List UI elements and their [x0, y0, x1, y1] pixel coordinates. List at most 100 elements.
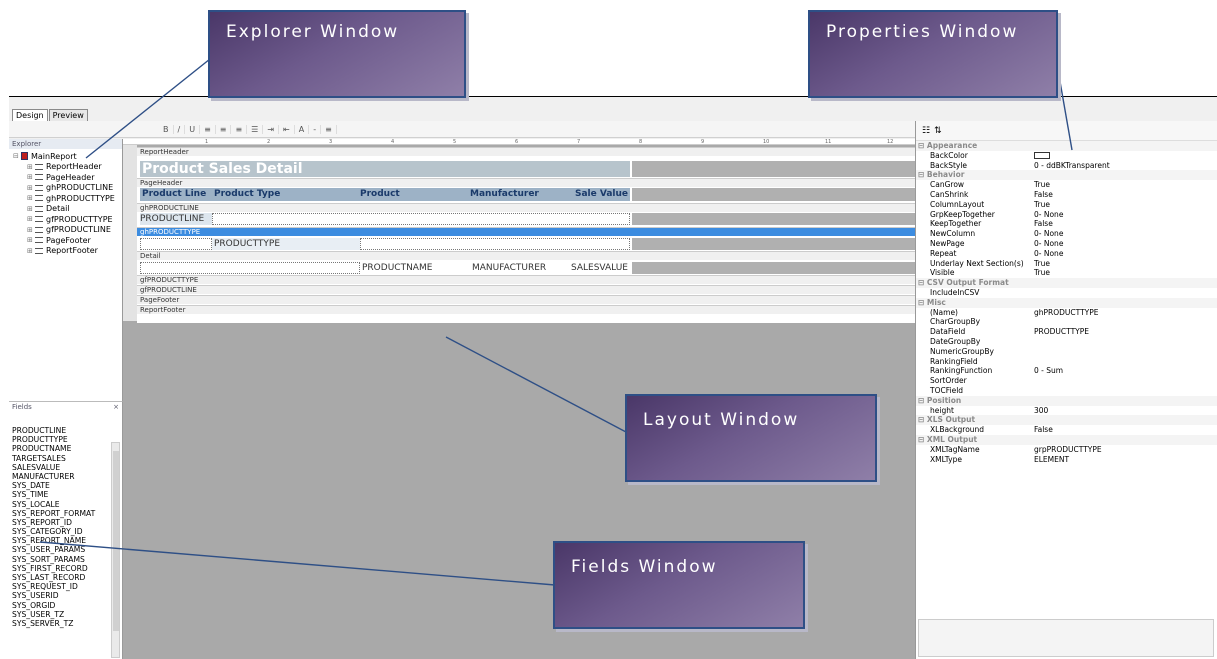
field-producttype[interactable]: PRODUCTTYPE: [212, 238, 360, 250]
property-value[interactable]: [1034, 357, 1217, 367]
property-value[interactable]: [1034, 317, 1217, 327]
field-item[interactable]: PRODUCTNAME: [12, 444, 122, 453]
toolbar-button[interactable]: ≡: [200, 124, 216, 134]
field-item[interactable]: SYS_USER_PARAMS: [12, 545, 122, 554]
field-item[interactable]: SYS_SERVER_TZ: [12, 619, 122, 628]
property-row[interactable]: XLBackground False: [916, 425, 1217, 435]
toolbar-button[interactable]: -: [309, 124, 322, 134]
property-value[interactable]: [1034, 288, 1217, 298]
property-value[interactable]: 0- None: [1034, 239, 1217, 249]
property-value[interactable]: grpPRODUCTTYPE: [1034, 445, 1217, 455]
property-value[interactable]: True: [1034, 268, 1217, 278]
property-row[interactable]: NewColumn 0- None: [916, 229, 1217, 239]
tree-item[interactable]: ⊞ gfPRODUCTLINE: [13, 225, 122, 236]
property-row[interactable]: XMLTagName grpPRODUCTTYPE: [916, 445, 1217, 455]
field-item[interactable]: SALESVALUE: [12, 463, 122, 472]
collapse-icon[interactable]: ⊟: [918, 141, 927, 150]
property-row[interactable]: NumericGroupBy: [916, 347, 1217, 357]
property-row[interactable]: CanShrink False: [916, 190, 1217, 200]
field-item[interactable]: SYS_ORGID: [12, 601, 122, 610]
expand-icon[interactable]: ⊞: [27, 163, 35, 171]
field-item[interactable]: SYS_REPORT_NAME: [12, 536, 122, 545]
band-gf-producttype[interactable]: gfPRODUCTTYPE: [137, 275, 915, 284]
property-category[interactable]: ⊟ Position: [916, 395, 1217, 406]
property-row[interactable]: Underlay Next Section(s) True: [916, 259, 1217, 269]
property-value[interactable]: 0- None: [1034, 229, 1217, 239]
property-row[interactable]: GrpKeepTogether 0- None: [916, 210, 1217, 220]
property-category[interactable]: ⊟ Misc: [916, 297, 1217, 308]
property-category[interactable]: ⊟ CSV Output Format: [916, 278, 1217, 288]
property-value[interactable]: ghPRODUCTTYPE: [1034, 308, 1217, 318]
tree-item[interactable]: ⊞ PageHeader: [13, 172, 122, 183]
property-row[interactable]: (Name) ghPRODUCTTYPE: [916, 308, 1217, 318]
property-value[interactable]: True: [1034, 180, 1217, 190]
collapse-icon[interactable]: ⊟: [918, 415, 927, 424]
field-item[interactable]: SYS_LAST_RECORD: [12, 573, 122, 582]
report-title[interactable]: Product Sales Detail: [140, 161, 630, 177]
band-report-footer[interactable]: ReportFooter: [137, 305, 915, 314]
property-category[interactable]: ⊟ XLS Output: [916, 415, 1217, 426]
field-item[interactable]: PRODUCTLINE: [12, 426, 122, 435]
col-header-product[interactable]: Product: [360, 188, 470, 201]
tree-item[interactable]: ⊞ ReportFooter: [13, 246, 122, 257]
property-row[interactable]: DataField PRODUCTTYPE: [916, 327, 1217, 337]
tree-item[interactable]: ⊞ ghPRODUCTLINE: [13, 183, 122, 194]
property-value[interactable]: 0- None: [1034, 249, 1217, 259]
property-value[interactable]: 0 - ddBKTransparent: [1034, 161, 1217, 171]
tree-item[interactable]: ⊞ gfPRODUCTTYPE: [13, 214, 122, 225]
scrollbar-thumb[interactable]: [113, 451, 119, 631]
property-row[interactable]: TOCField: [916, 386, 1217, 396]
field-productline[interactable]: PRODUCTLINE: [140, 213, 212, 225]
property-value[interactable]: 0- None: [1034, 210, 1217, 220]
field-item[interactable]: SYS_REPORT_FORMAT: [12, 509, 122, 518]
property-category[interactable]: ⊟ Behavior: [916, 170, 1217, 181]
band-gf-productline[interactable]: gfPRODUCTLINE: [137, 285, 915, 294]
collapse-icon[interactable]: ⊟: [918, 170, 927, 179]
property-row[interactable]: BackStyle 0 - ddBKTransparent: [916, 161, 1217, 171]
collapse-icon[interactable]: ⊟: [918, 298, 927, 307]
field-item[interactable]: PRODUCTTYPE: [12, 435, 122, 444]
band-page-header[interactable]: PageHeader: [137, 178, 915, 187]
toolbar-button[interactable]: A: [295, 124, 310, 134]
field-item[interactable]: SYS_USERID: [12, 591, 122, 600]
property-row[interactable]: DateGroupBy: [916, 337, 1217, 347]
expand-icon[interactable]: ⊞: [27, 184, 35, 192]
field-item[interactable]: SYS_FIRST_RECORD: [12, 564, 122, 573]
tree-item[interactable]: ⊞ PageFooter: [13, 235, 122, 246]
toolbar-button[interactable]: B: [159, 124, 174, 134]
categorized-icon[interactable]: ☷: [922, 126, 930, 136]
property-row[interactable]: KeepTogether False: [916, 219, 1217, 229]
expand-icon[interactable]: ⊞: [27, 247, 35, 255]
band-page-footer[interactable]: PageFooter: [137, 295, 915, 304]
band-gh-producttype[interactable]: ghPRODUCTTYPE: [137, 227, 915, 236]
property-value[interactable]: 300: [1034, 406, 1217, 416]
col-header-product-line[interactable]: Product Line: [140, 188, 212, 201]
field-item[interactable]: TARGETSALES: [12, 454, 122, 463]
property-value[interactable]: True: [1034, 259, 1217, 269]
field-item[interactable]: SYS_DATE: [12, 481, 122, 490]
property-value[interactable]: [1034, 337, 1217, 347]
expand-icon[interactable]: ⊞: [27, 215, 35, 223]
field-item[interactable]: SYS_SORT_PARAMS: [12, 555, 122, 564]
toolbar-button[interactable]: U: [185, 124, 201, 134]
property-row[interactable]: Repeat 0- None: [916, 249, 1217, 259]
collapse-icon[interactable]: ⊟: [918, 278, 927, 287]
band-detail[interactable]: Detail: [137, 251, 915, 260]
col-header-sale-value[interactable]: Sale Value: [562, 188, 630, 201]
fields-scrollbar[interactable]: [111, 442, 120, 658]
col-header-manufacturer[interactable]: Manufacturer: [470, 188, 562, 201]
property-value[interactable]: ELEMENT: [1034, 455, 1217, 465]
property-row[interactable]: XMLType ELEMENT: [916, 455, 1217, 465]
property-row[interactable]: ColumnLayout True: [916, 200, 1217, 210]
sort-alpha-icon[interactable]: ⇅: [934, 126, 942, 136]
color-swatch[interactable]: [1034, 152, 1050, 160]
toolbar-button[interactable]: ⇥: [263, 124, 280, 134]
property-row[interactable]: RankingFunction 0 - Sum: [916, 366, 1217, 376]
tree-root[interactable]: ⊟ MainReport: [13, 151, 122, 162]
property-value[interactable]: [1034, 151, 1217, 161]
property-value[interactable]: [1034, 376, 1217, 386]
property-row[interactable]: NewPage 0- None: [916, 239, 1217, 249]
property-row[interactable]: CanGrow True: [916, 180, 1217, 190]
toolbar-button[interactable]: /: [174, 124, 186, 134]
property-value[interactable]: 0 - Sum: [1034, 366, 1217, 376]
